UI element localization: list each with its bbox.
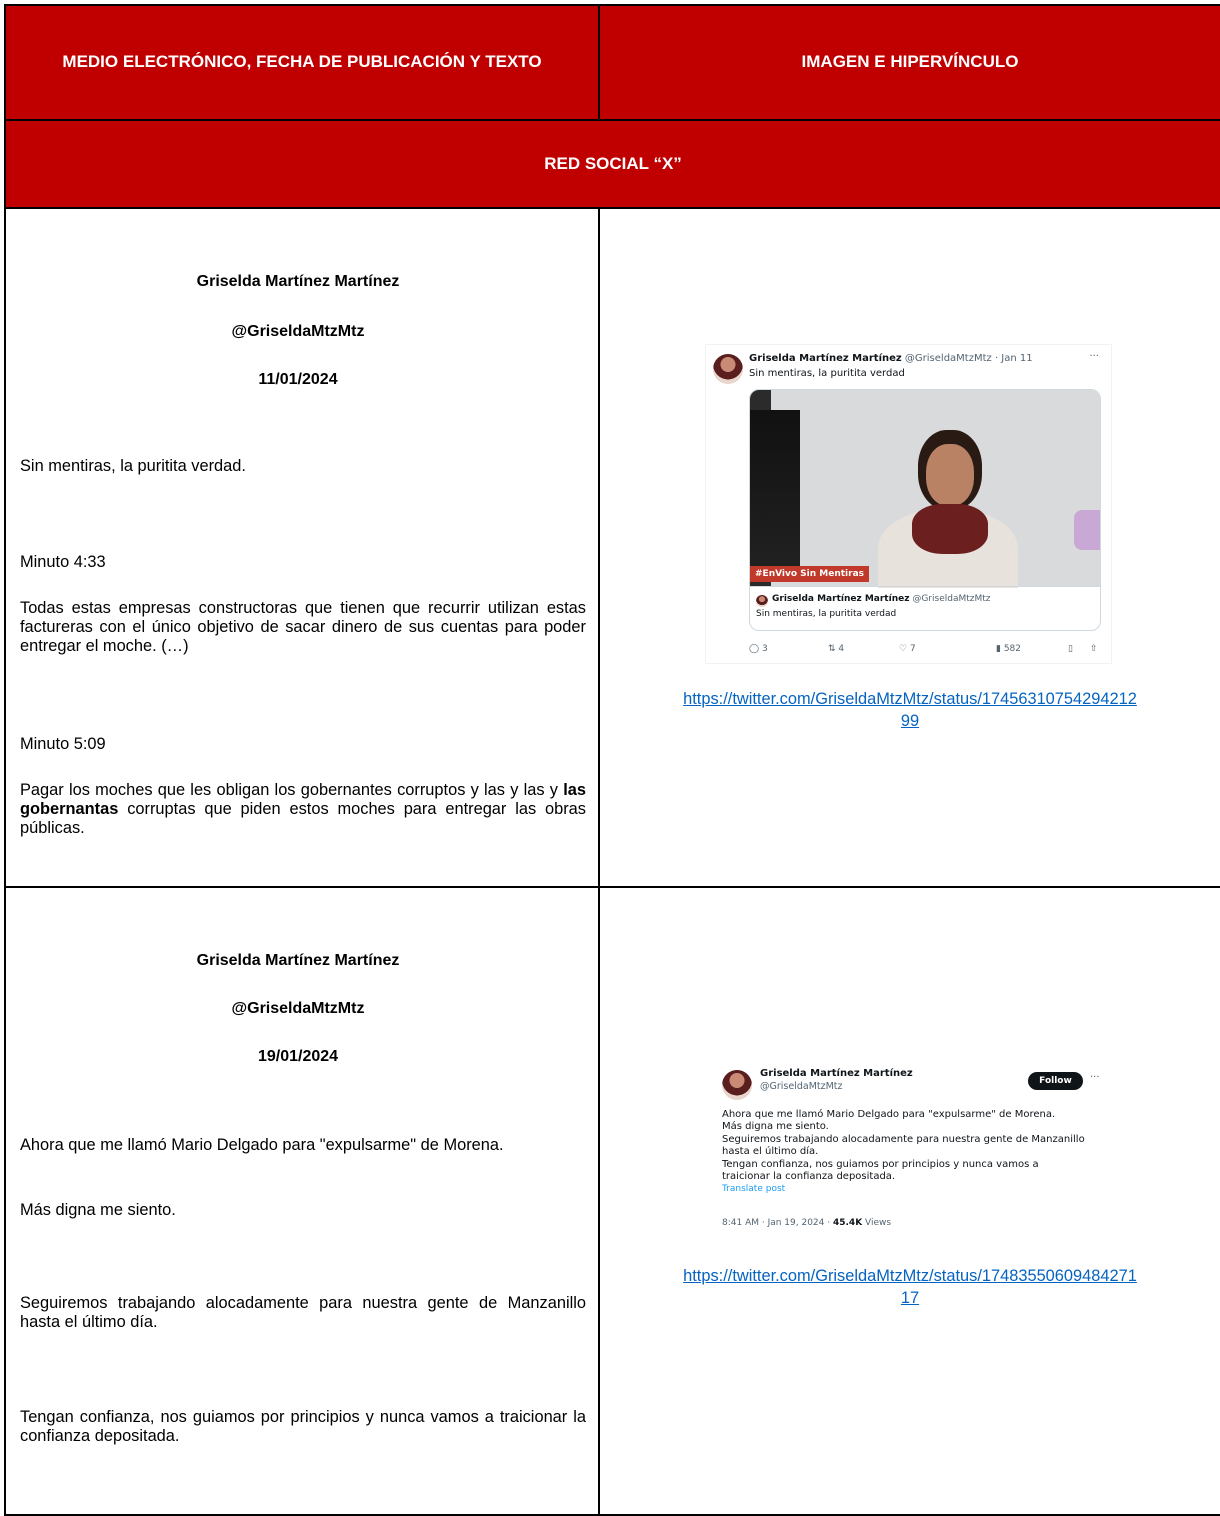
more-icon[interactable]: ··· [1090, 1072, 1100, 1083]
quote-author: Griselda Martínez Martínez [772, 594, 910, 604]
views-button[interactable]: ▮ 582 [996, 644, 1021, 654]
row2-author-handle: @GriseldaMtzMtz [231, 1000, 365, 1017]
row1-link-line2[interactable]: 99 [901, 712, 919, 730]
tweet-meta: @GriseldaMtzMtz · Jan 11 [904, 353, 1033, 364]
views-count: 582 [1003, 644, 1022, 654]
reply-button[interactable]: ◯ 3 [749, 644, 768, 654]
row2-tweet-link[interactable]: https://twitter.com/GriseldaMtzMtz/statu… [600, 1265, 1220, 1309]
row2-author-name: Griselda Martínez Martínez [196, 952, 400, 969]
row2-paragraph-4: Tengan confianza, nos guiamos por princi… [20, 1408, 586, 1445]
video-thumbnail[interactable]: #EnVivo Sin Mentiras [750, 390, 1100, 588]
like-icon: ♡ [899, 644, 908, 654]
row1-tweet-link[interactable]: https://twitter.com/GriseldaMtzMtz/statu… [600, 688, 1220, 732]
tweet-handle: @GriseldaMtzMtz [760, 1081, 843, 1092]
tweet-screenshot-1[interactable]: Griselda Martínez Martínez @GriseldaMtzM… [705, 344, 1112, 664]
header-col2-label: IMAGEN E HIPERVÍNCULO [801, 52, 1019, 72]
row2-date: 19/01/2024 [257, 1048, 339, 1065]
quote-card[interactable]: #EnVivo Sin Mentiras Griselda Martínez M… [749, 389, 1101, 631]
row1-author-handle: @GriseldaMtzMtz [231, 323, 365, 340]
row1-paragraph-1: Sin mentiras, la puritita verdad. [20, 457, 246, 475]
views-icon: ▮ [996, 644, 1001, 654]
repost-count: 4 [838, 644, 845, 654]
row1-link-line1[interactable]: https://twitter.com/GriseldaMtzMtz/statu… [683, 690, 1137, 708]
quote-text: Sin mentiras, la puritita verdad [756, 609, 897, 619]
section-header: RED SOCIAL “X” [4, 119, 1220, 209]
tweet-author: Griselda Martínez Martínez [760, 1068, 913, 1079]
row1-paragraph-5: Pagar los moches que les obligan los gob… [20, 781, 586, 838]
row2-link-line2[interactable]: 17 [901, 1289, 919, 1307]
quote-handle: @GriseldaMtzMtz [912, 594, 991, 604]
bookmark-icon[interactable]: ▯ [1068, 644, 1073, 654]
reply-count: 3 [761, 644, 768, 654]
tweet-text: Sin mentiras, la puritita verdad [749, 368, 905, 379]
row1-paragraph-3: Todas estas empresas constructoras que t… [20, 599, 586, 655]
tweet-time: 8:41 AM · Jan 19, 2024 · [722, 1218, 833, 1228]
like-button[interactable]: ♡ 7 [899, 644, 916, 654]
video-tag: #EnVivo Sin Mentiras [750, 566, 870, 582]
row2-paragraph-2: Más digna me siento. [20, 1201, 176, 1219]
tweet-line-3: Seguiremos trabajando alocadamente para … [722, 1133, 1085, 1145]
person-figure [878, 430, 1018, 588]
tweet-line-5: Tengan confianza, nos guiamos por princi… [722, 1158, 1039, 1170]
tweet-line-6: traicionar la confianza depositada. [722, 1171, 896, 1183]
purple-object [1074, 510, 1100, 550]
more-icon[interactable]: ··· [1089, 351, 1099, 362]
tweet-line-1: Ahora que me llamó Mario Delgado para "e… [722, 1109, 1056, 1120]
row2-paragraph-1: Ahora que me llamó Mario Delgado para "e… [20, 1136, 504, 1154]
row2-link-line1[interactable]: https://twitter.com/GriseldaMtzMtz/statu… [683, 1267, 1137, 1285]
tweet-timestamp: 8:41 AM · Jan 19, 2024 · 45.4K Views [722, 1218, 891, 1228]
header-col1: MEDIO ELECTRÓNICO, FECHA DE PUBLICACIÓN … [4, 4, 600, 121]
follow-button[interactable]: Follow [1028, 1072, 1083, 1090]
quote-avatar [756, 595, 768, 607]
reply-icon: ◯ [749, 644, 760, 654]
share-icon[interactable]: ⇧ [1090, 644, 1098, 654]
header-col2: IMAGEN E HIPERVÍNCULO [598, 4, 1220, 121]
tweet-views: 45.4K [832, 1218, 863, 1228]
section-header-label: RED SOCIAL “X” [544, 153, 682, 173]
row1-author-name: Griselda Martínez Martínez [196, 273, 400, 290]
avatar [713, 354, 743, 384]
repost-icon: ⇅ [828, 644, 836, 654]
row2-paragraph-3: Seguiremos trabajando alocadamente para … [20, 1294, 586, 1331]
tweet-author: Griselda Martínez Martínez [749, 353, 902, 364]
wall-dark [750, 410, 800, 580]
like-count: 7 [909, 644, 916, 654]
tweet-views-label: Views [862, 1218, 892, 1228]
translate-link[interactable]: Translate post [722, 1183, 1085, 1195]
avatar [722, 1070, 752, 1100]
header-col1-label: MEDIO ELECTRÓNICO, FECHA DE PUBLICACIÓN … [62, 52, 542, 72]
row1-paragraph-2: Minuto 4:33 [20, 553, 106, 571]
tweet-line-2: Más digna me siento. [722, 1121, 829, 1133]
tweet-line-4: hasta el último día. [722, 1146, 819, 1158]
row1-p5-part1: Pagar los moches que les obligan los gob… [20, 781, 564, 799]
repost-button[interactable]: ⇅ 4 [828, 644, 844, 654]
row1-paragraph-4: Minuto 5:09 [20, 735, 106, 753]
tweet-screenshot-2[interactable]: Griselda Martínez Martínez @GriseldaMtzM… [720, 1064, 1110, 1246]
row1-date: 11/01/2024 [258, 371, 338, 388]
